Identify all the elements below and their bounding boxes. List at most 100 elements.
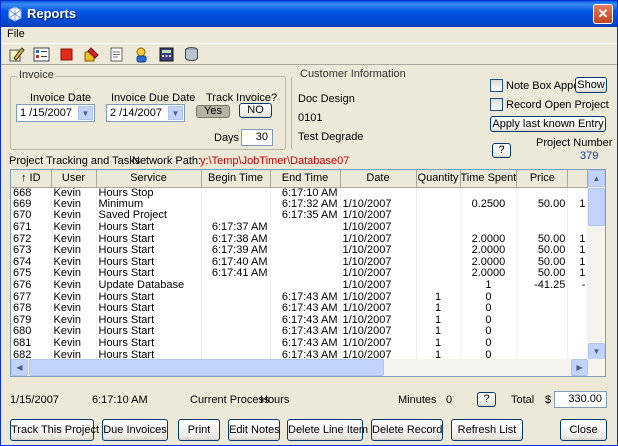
table-cell: 6:17:43 AM	[270, 326, 341, 338]
table-row[interactable]: 674 Kevin Hours Start 6:17:40 AM 1/10/2007 2.…	[11, 256, 589, 269]
table-row[interactable]: 668 Kevin Hours Stop 6:17:10 AM	[11, 187, 589, 199]
help-button[interactable]: ?	[492, 143, 511, 158]
no-button[interactable]: NO	[239, 103, 272, 118]
table-cell	[270, 279, 341, 292]
table-row[interactable]: 673 Kevin Hours Start 6:17:39 AM 1/10/2007 2.…	[11, 244, 589, 257]
record-open-checkbox[interactable]	[490, 98, 503, 111]
yes-button[interactable]: Yes	[196, 105, 230, 118]
table-cell: Kevin	[51, 221, 97, 234]
table-cell: 680	[11, 326, 52, 338]
track-project-button[interactable]: Track This Project	[10, 419, 99, 441]
tracking-grid[interactable]: ↑ ID User Service Begin Time End Time Da…	[10, 169, 606, 377]
table-cell: Hours Start	[96, 302, 202, 315]
toolbar	[1, 43, 617, 65]
close-window-button[interactable]: ✕	[593, 4, 613, 24]
chevron-down-icon[interactable]: ▼	[168, 106, 183, 120]
table-row[interactable]: 677 Kevin Hours Start 6:17:43 AM 1/10/2007 1 0	[11, 291, 589, 303]
delete-line-item-button[interactable]: Delete Line Item	[287, 419, 368, 441]
table-cell: 1/10/2007	[340, 244, 417, 257]
column-header-more[interactable]	[567, 170, 589, 188]
table-cell	[270, 221, 341, 234]
table-cell: 669	[11, 198, 52, 211]
column-header-date[interactable]: Date	[340, 170, 417, 188]
column-header-time-spent[interactable]: Time Spent	[460, 170, 518, 188]
customer-code: 0101	[298, 112, 323, 124]
column-header-price[interactable]: Price	[516, 170, 569, 188]
list-icon[interactable]	[32, 45, 51, 64]
table-row[interactable]: 671 Kevin Hours Start 6:17:37 AM 1/10/2007	[11, 221, 589, 234]
scroll-right-icon[interactable]: ▶	[571, 359, 588, 376]
table-cell: -41.25	[516, 279, 569, 292]
database-icon[interactable]	[182, 45, 201, 64]
apply-last-entry-button[interactable]: Apply last known Entry	[490, 116, 606, 132]
table-cell: 1	[567, 233, 589, 245]
minutes-help-button[interactable]: ?	[477, 392, 496, 407]
table-cell	[201, 279, 271, 292]
horizontal-scrollbar[interactable]: ◀ ▶	[11, 359, 605, 376]
table-row[interactable]: 679 Kevin Hours Start 6:17:43 AM 1/10/2007 1 0	[11, 314, 589, 327]
note-box-checkbox[interactable]	[490, 79, 503, 92]
table-cell: 678	[11, 302, 52, 315]
column-header-end-time[interactable]: End Time	[270, 170, 341, 188]
print-button[interactable]: Print	[178, 419, 220, 441]
table-cell: Kevin	[51, 279, 97, 292]
delete-record-button[interactable]: Delete Record	[371, 419, 443, 441]
vertical-scroll-thumb[interactable]	[588, 188, 605, 226]
table-cell: Hours Start	[96, 233, 202, 245]
table-cell: -	[567, 279, 589, 292]
show-button[interactable]: Show	[575, 77, 607, 93]
table-cell: 0	[460, 314, 518, 327]
title-bar[interactable]: Reports ✕	[1, 1, 617, 27]
invoice-date-picker[interactable]: 1 /15/2007 ▼	[16, 104, 95, 122]
refresh-list-button[interactable]: Refresh List	[451, 419, 523, 441]
stop-icon[interactable]	[57, 45, 76, 64]
column-header-id[interactable]: ↑ ID	[11, 170, 52, 188]
table-cell	[567, 337, 589, 350]
user-icon[interactable]	[132, 45, 151, 64]
due-invoices-button[interactable]: Due Invoices	[102, 419, 168, 441]
table-cell	[567, 210, 589, 222]
days-input[interactable]: 30	[241, 129, 273, 146]
table-row[interactable]: 672 Kevin Hours Start 6:17:38 AM 1/10/2007 2.…	[11, 233, 589, 245]
column-header-service[interactable]: Service	[96, 170, 202, 188]
table-cell	[270, 244, 341, 257]
table-row[interactable]: 678 Kevin Hours Start 6:17:43 AM 1/10/2007 1 0	[11, 302, 589, 315]
table-cell	[416, 210, 461, 222]
table-row[interactable]: 680 Kevin Hours Start 6:17:43 AM 1/10/2007 1 0	[11, 326, 589, 338]
vertical-scrollbar[interactable]: ▲ ▼	[588, 170, 605, 360]
table-cell	[201, 198, 271, 211]
scroll-up-icon[interactable]: ▲	[588, 170, 605, 187]
column-header-user[interactable]: User	[51, 170, 97, 188]
table-row[interactable]: 675 Kevin Hours Start 6:17:41 AM 1/10/2007 2.…	[11, 268, 589, 280]
edit-notes-button[interactable]: Edit Notes	[228, 419, 280, 441]
table-cell: 1/10/2007	[340, 337, 417, 350]
table-cell: 6:17:41 AM	[201, 268, 271, 280]
scroll-left-icon[interactable]: ◀	[11, 359, 28, 376]
table-cell: 2.0000	[460, 244, 518, 257]
tools-icon[interactable]	[82, 45, 101, 64]
calculator-icon[interactable]	[157, 45, 176, 64]
close-button[interactable]: Close	[560, 419, 607, 441]
minutes-value: 0	[446, 394, 453, 406]
table-cell: 674	[11, 256, 52, 269]
table-cell: 50.00	[516, 256, 569, 269]
table-row[interactable]: 669 Kevin Minimum 6:17:32 AM 1/10/2007 0.2500…	[11, 198, 589, 211]
column-header-quantity[interactable]: Quantity	[416, 170, 461, 188]
scroll-down-icon[interactable]: ▼	[588, 343, 605, 360]
due-date-picker[interactable]: 2 /14/2007 ▼	[106, 104, 185, 122]
notes-icon[interactable]	[107, 45, 126, 64]
table-row[interactable]: 676 Kevin Update Database 1/10/2007 1 -41.25-	[11, 279, 589, 292]
table-cell: 1/10/2007	[340, 326, 417, 338]
total-input[interactable]: 330.00	[554, 391, 607, 408]
table-row[interactable]: 681 Kevin Hours Start 6:17:43 AM 1/10/2007 1 0	[11, 337, 589, 350]
table-cell	[516, 221, 569, 234]
edit-icon[interactable]	[7, 45, 26, 64]
horizontal-scroll-thumb[interactable]	[29, 359, 384, 376]
menu-file[interactable]: File	[7, 28, 25, 40]
table-cell: Hours Start	[96, 337, 202, 350]
sort-arrow-icon: ↑	[20, 172, 27, 185]
chevron-down-icon[interactable]: ▼	[78, 106, 93, 120]
due-date-label: Invoice Due Date	[111, 92, 196, 104]
table-row[interactable]: 670 Kevin Saved Project 6:17:35 AM 1/10/2007	[11, 210, 589, 222]
column-header-begin-time[interactable]: Begin Time	[201, 170, 271, 188]
